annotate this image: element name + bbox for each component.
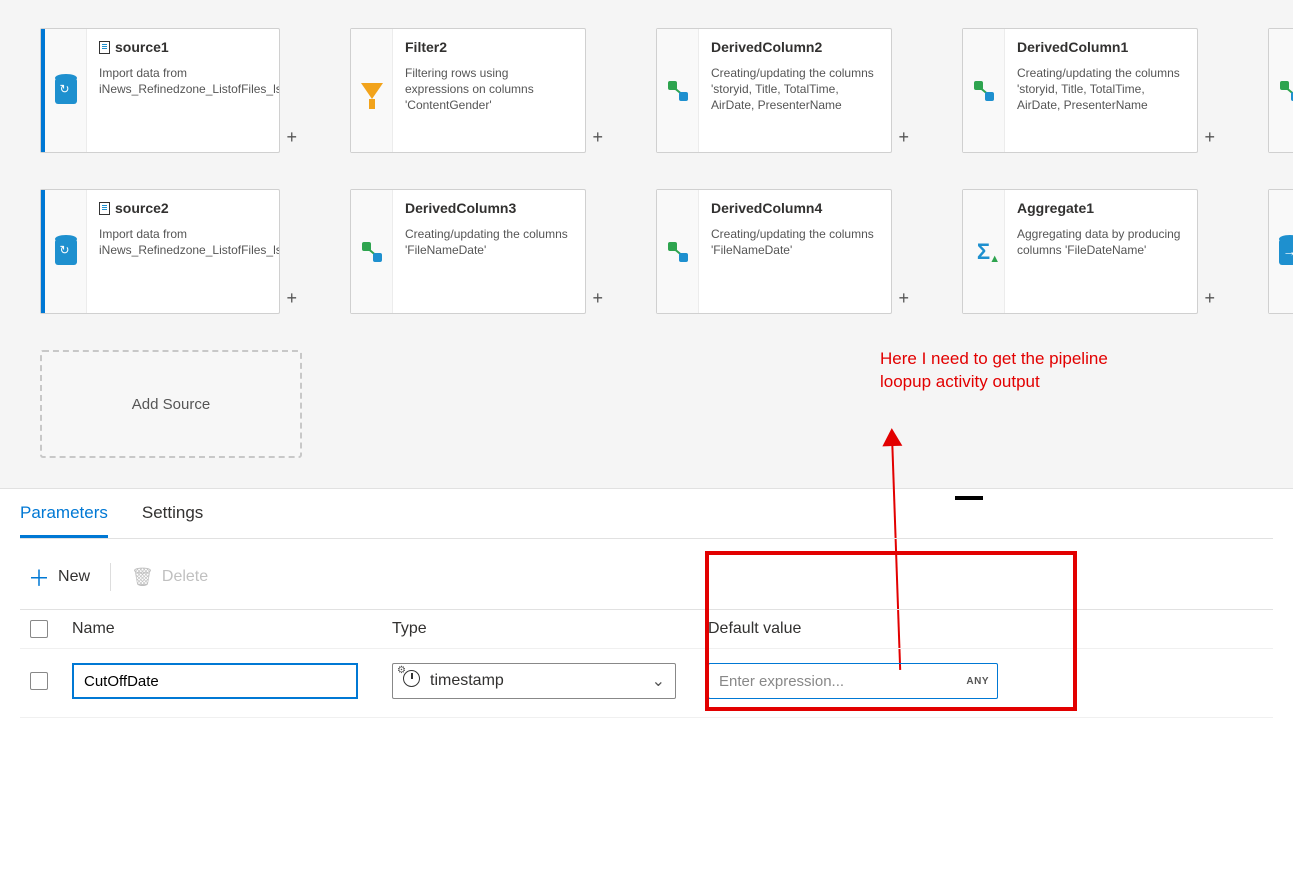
type-value: timestamp bbox=[430, 672, 504, 690]
document-icon bbox=[99, 41, 110, 54]
node-epochdatecon[interactable]: epochdatecon Creating/updating the colum… bbox=[1268, 28, 1293, 153]
derive-icon bbox=[668, 81, 688, 101]
add-branch-icon[interactable]: + bbox=[1204, 127, 1215, 148]
column-header-type: Type bbox=[392, 620, 708, 638]
node-desc: Creating/updating the columns 'storyid, … bbox=[1017, 65, 1185, 114]
row-checkbox[interactable] bbox=[30, 672, 48, 690]
annotation-highlight-box bbox=[705, 551, 1077, 711]
node-title: Aggregate1 bbox=[1017, 200, 1185, 216]
new-label: New bbox=[58, 568, 90, 586]
node-sink2[interactable]: sink2 Write order: 1 Export data to ca bbox=[1268, 189, 1293, 314]
panel-tabs: Parameters Settings bbox=[20, 489, 1273, 539]
flow-row-1: source1 Import data from iNews_Refinedzo… bbox=[40, 28, 1293, 153]
new-parameter-button[interactable]: ＋ New bbox=[28, 561, 90, 593]
node-derivedcolumn4[interactable]: DerivedColumn4 Creating/updating the col… bbox=[656, 189, 892, 314]
node-desc: Creating/updating the columns 'FileNameD… bbox=[711, 226, 879, 258]
add-source-button[interactable]: Add Source bbox=[40, 350, 302, 458]
node-desc: Creating/updating the columns 'FileNameD… bbox=[405, 226, 573, 258]
timestamp-icon bbox=[403, 670, 420, 687]
database-icon bbox=[55, 78, 77, 104]
node-title: DerivedColumn2 bbox=[711, 39, 879, 55]
add-branch-icon[interactable]: + bbox=[286, 288, 297, 309]
parameter-row: timestamp ⌄ Enter expression... ANY bbox=[20, 649, 1273, 718]
node-title: Filter2 bbox=[405, 39, 573, 55]
node-filter2[interactable]: Filter2 Filtering rows using expressions… bbox=[350, 28, 586, 153]
node-desc: Import data from iNews_Refinedzone_Listo… bbox=[99, 65, 267, 97]
node-derivedcolumn2[interactable]: DerivedColumn2 Creating/updating the col… bbox=[656, 28, 892, 153]
node-title: DerivedColumn3 bbox=[405, 200, 573, 216]
node-title: DerivedColumn1 bbox=[1017, 39, 1185, 55]
node-source1[interactable]: source1 Import data from iNews_Refinedzo… bbox=[40, 28, 280, 153]
database-icon bbox=[55, 239, 77, 265]
chevron-down-icon: ⌄ bbox=[652, 671, 665, 691]
add-branch-icon[interactable]: + bbox=[898, 127, 909, 148]
derive-icon bbox=[362, 242, 382, 262]
node-derivedcolumn1[interactable]: DerivedColumn1 Creating/updating the col… bbox=[962, 28, 1198, 153]
parameter-name-input[interactable] bbox=[72, 663, 358, 699]
annotation-text: Here I need to get the pipeline loopup a… bbox=[880, 348, 1110, 394]
node-desc: Aggregating data by producing columns 'F… bbox=[1017, 226, 1185, 258]
node-aggregate1[interactable]: Σ Aggregate1 Aggregating data by produci… bbox=[962, 189, 1198, 314]
node-desc: Creating/updating the columns 'storyid, … bbox=[711, 65, 879, 114]
node-source2[interactable]: source2 Import data from iNews_Refinedzo… bbox=[40, 189, 280, 314]
derive-icon bbox=[974, 81, 994, 101]
node-title: source1 bbox=[115, 39, 169, 55]
node-title: source2 bbox=[115, 200, 169, 216]
add-branch-icon[interactable]: + bbox=[286, 127, 297, 148]
parameters-toolbar: ＋ New 🗑 Delete bbox=[20, 539, 1273, 609]
node-title: DerivedColumn4 bbox=[711, 200, 879, 216]
node-desc: Filtering rows using expressions on colu… bbox=[405, 65, 573, 114]
flow-row-2: source2 Import data from iNews_Refinedzo… bbox=[40, 189, 1293, 314]
tab-settings[interactable]: Settings bbox=[142, 503, 203, 538]
add-branch-icon[interactable]: + bbox=[1204, 288, 1215, 309]
tab-parameters[interactable]: Parameters bbox=[20, 503, 108, 538]
parameters-header-row: Name Type Default value bbox=[20, 609, 1273, 649]
sigma-icon: Σ bbox=[977, 239, 990, 265]
column-header-name: Name bbox=[72, 620, 392, 638]
plus-icon: ＋ bbox=[28, 561, 50, 593]
derive-icon bbox=[1280, 81, 1293, 101]
funnel-icon bbox=[361, 83, 383, 99]
properties-panel: Parameters Settings ＋ New 🗑 Delete Name … bbox=[0, 489, 1293, 758]
document-icon bbox=[99, 202, 110, 215]
sink-icon bbox=[1279, 239, 1293, 265]
add-source-label: Add Source bbox=[132, 396, 210, 413]
trash-icon: 🗑 bbox=[131, 567, 154, 588]
add-branch-icon[interactable]: + bbox=[898, 288, 909, 309]
node-desc: Import data from iNews_Refinedzone_Listo… bbox=[99, 226, 267, 258]
delete-label: Delete bbox=[162, 568, 208, 586]
delete-parameter-button[interactable]: 🗑 Delete bbox=[131, 567, 208, 588]
derive-icon bbox=[668, 242, 688, 262]
parameter-type-select[interactable]: timestamp ⌄ bbox=[392, 663, 676, 699]
add-branch-icon[interactable]: + bbox=[592, 127, 603, 148]
node-derivedcolumn3[interactable]: DerivedColumn3 Creating/updating the col… bbox=[350, 189, 586, 314]
dataflow-canvas[interactable]: source1 Import data from iNews_Refinedzo… bbox=[0, 0, 1293, 489]
toolbar-separator bbox=[110, 563, 111, 591]
add-branch-icon[interactable]: + bbox=[592, 288, 603, 309]
select-all-checkbox[interactable] bbox=[30, 620, 48, 638]
